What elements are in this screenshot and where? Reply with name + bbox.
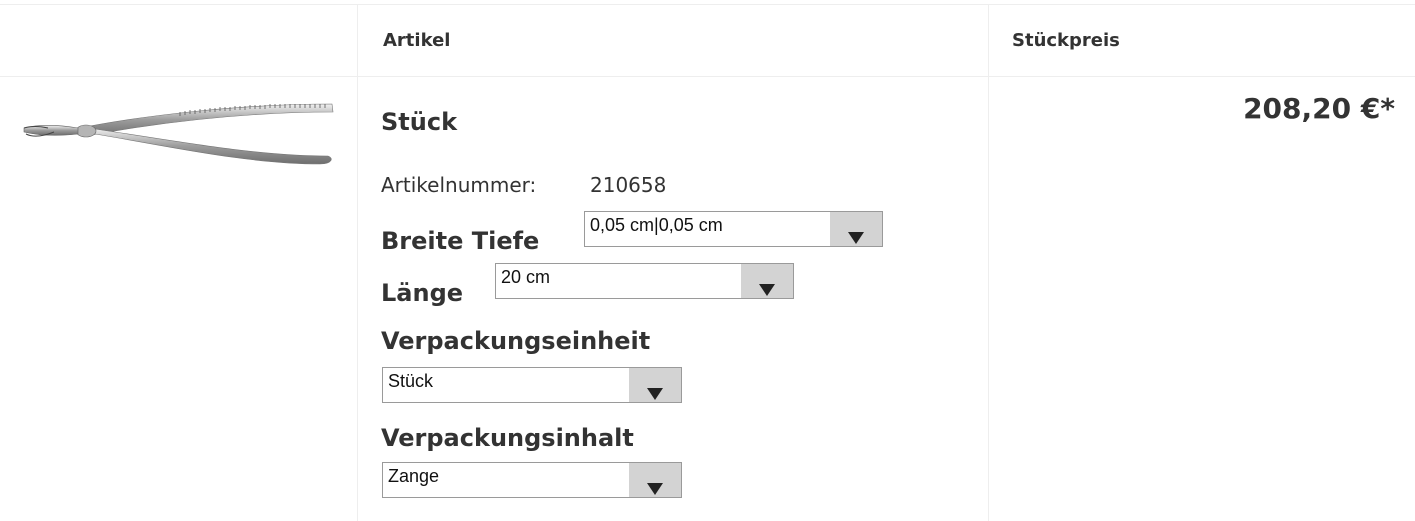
chevron-down-icon	[647, 483, 663, 495]
select-laenge[interactable]: 20 cm	[495, 263, 794, 299]
column-divider	[357, 4, 358, 521]
select-breite-tiefe[interactable]: 0,05 cm|0,05 cm	[584, 211, 883, 247]
select-verpackungseinheit-value: Stück	[388, 371, 434, 391]
cart-table: Artikel Stückpreis Stück Artikelnummer: …	[0, 0, 1415, 521]
select-verpackungsinhalt-value: Zange	[388, 466, 440, 486]
article-number-label: Artikelnummer:	[381, 173, 537, 197]
select-verpackungsinhalt[interactable]: Zange	[382, 462, 682, 498]
chevron-down-icon	[848, 232, 864, 244]
dropdown-button[interactable]	[629, 368, 681, 402]
product-name[interactable]: Stück	[381, 108, 457, 136]
option-label-laenge: Länge	[381, 279, 464, 307]
column-header-unit-price: Stückpreis	[1012, 30, 1120, 51]
select-verpackungseinheit[interactable]: Stück	[382, 367, 682, 403]
column-header-article: Artikel	[383, 30, 451, 51]
product-image[interactable]	[20, 98, 338, 174]
article-number-value: 210658	[590, 173, 667, 197]
option-label-verpackungseinheit: Verpackungseinheit	[381, 327, 651, 355]
select-laenge-value: 20 cm	[501, 267, 551, 287]
dropdown-button[interactable]	[830, 212, 882, 246]
option-label-breite-tiefe: Breite Tiefe	[381, 227, 540, 255]
unit-price: 208,20 €*	[1243, 92, 1395, 125]
dropdown-button[interactable]	[629, 463, 681, 497]
option-label-verpackungsinhalt: Verpackungsinhalt	[381, 424, 634, 452]
table-header-row: Artikel Stückpreis	[0, 4, 1415, 77]
dropdown-button[interactable]	[741, 264, 793, 298]
select-breite-tiefe-value: 0,05 cm|0,05 cm	[590, 215, 723, 235]
forceps-icon	[23, 103, 334, 165]
column-divider	[988, 4, 989, 521]
chevron-down-icon	[647, 388, 663, 400]
chevron-down-icon	[759, 284, 775, 296]
